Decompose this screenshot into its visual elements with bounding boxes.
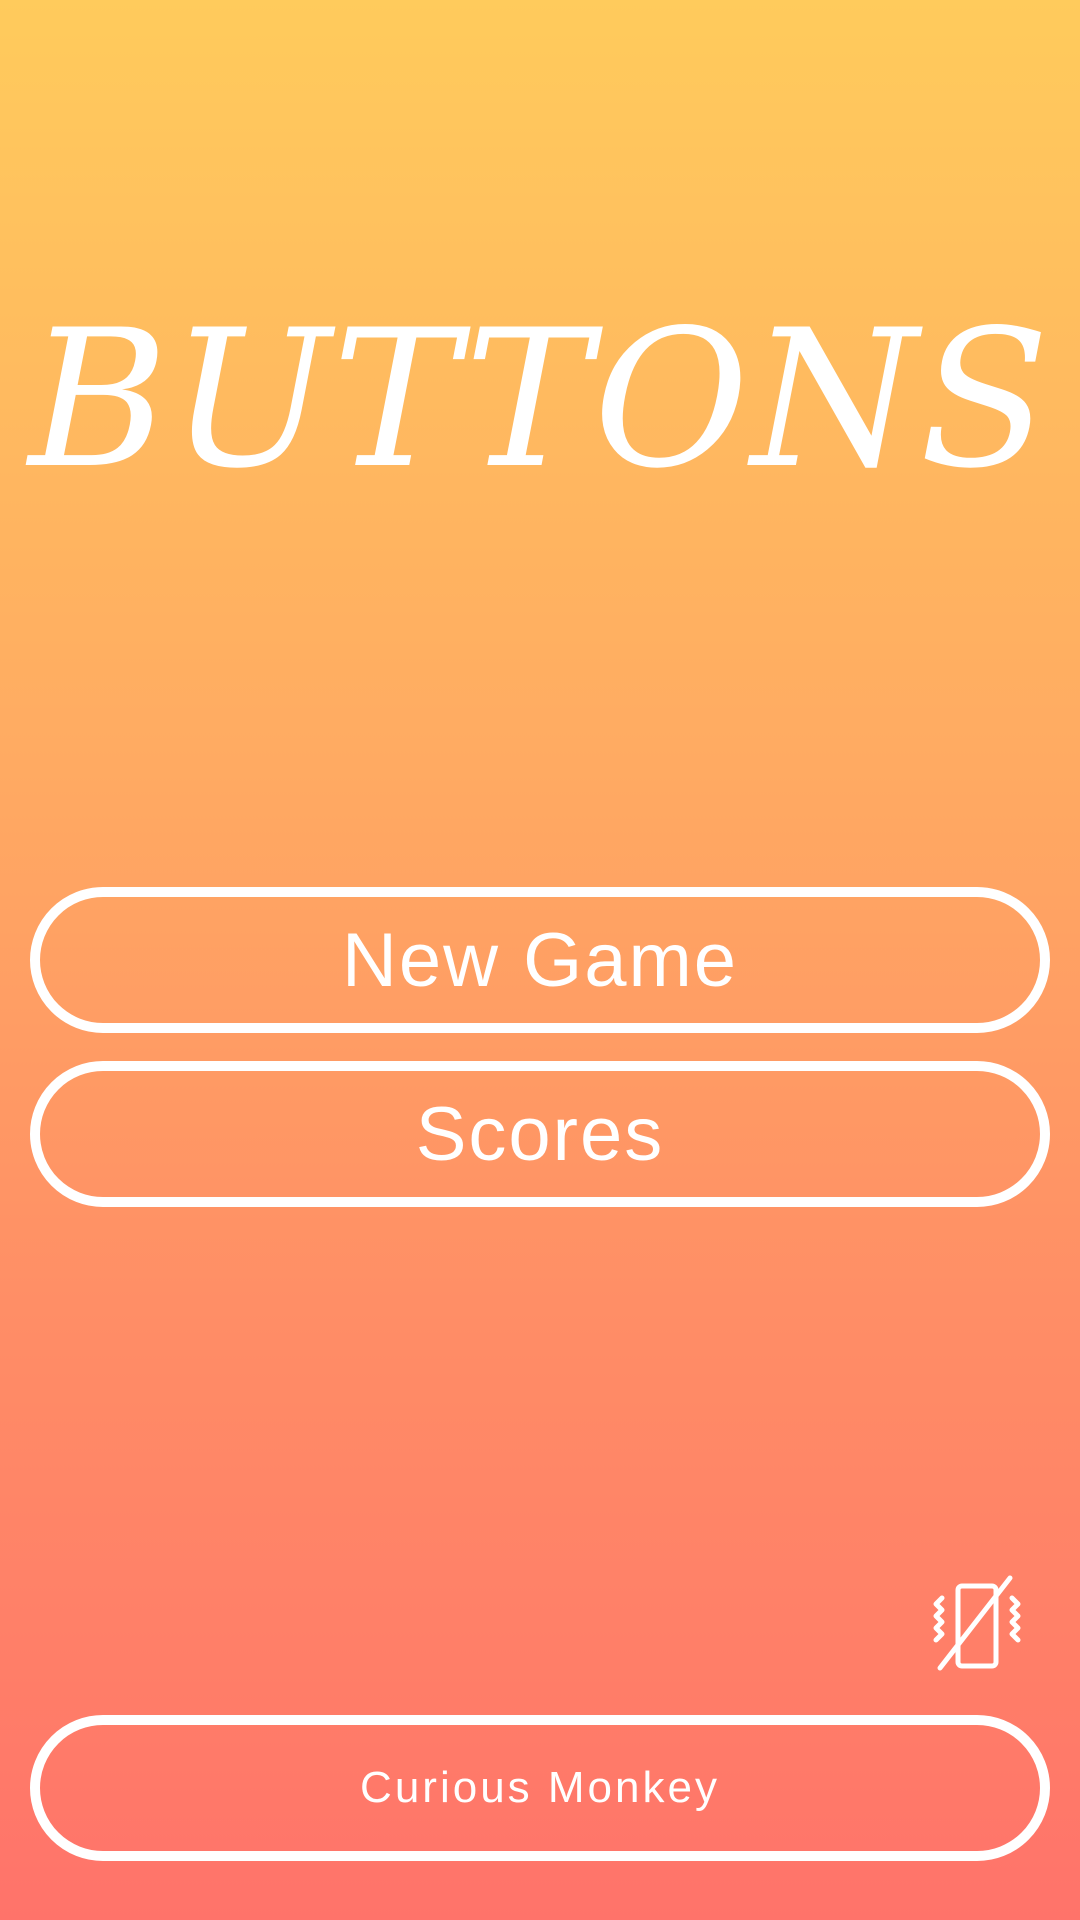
scores-button[interactable]: Scores [30,1061,1050,1207]
vibration-off-icon [928,1572,1028,1672]
developer-label: Curious Monkey [360,1763,720,1812]
new-game-label: New Game [341,917,739,1003]
new-game-button[interactable]: New Game [30,887,1050,1033]
vibration-toggle[interactable] [928,1572,1028,1672]
developer-button[interactable]: Curious Monkey [30,1715,1050,1861]
app-title: BUTTONS [28,289,1052,510]
scores-label: Scores [415,1091,665,1177]
